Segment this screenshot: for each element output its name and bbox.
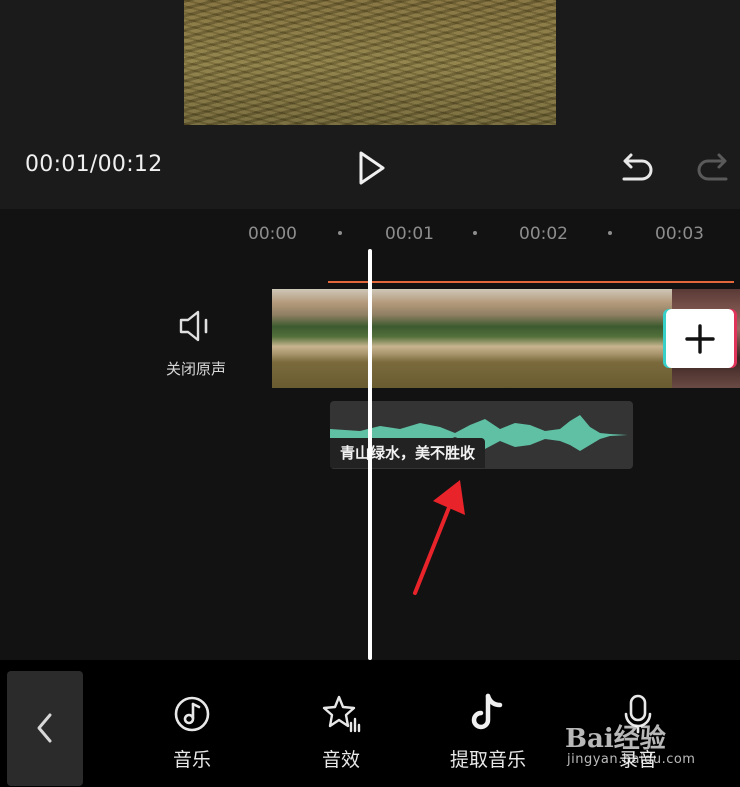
watermark-domain: jingyan.baidu.com: [567, 752, 696, 767]
undo-button[interactable]: [616, 148, 656, 188]
video-thumbnail: [272, 289, 373, 388]
play-icon: [359, 151, 385, 185]
time-display: 00:01/00:12: [25, 152, 163, 177]
audio-clip-label: 青山绿水，美不胜收: [330, 438, 486, 468]
playhead[interactable]: [368, 249, 372, 660]
ruler-tick-label: 00:00: [248, 224, 297, 244]
ruler-dot: [473, 231, 477, 235]
music-note-icon: [174, 696, 210, 732]
mute-original-sound-button[interactable]: 关闭原声: [150, 305, 242, 385]
chevron-left-icon: [37, 713, 52, 743]
speaker-icon: [179, 310, 208, 342]
ruler-tick-label: 00:03: [655, 224, 704, 244]
video-preview[interactable]: [184, 0, 556, 125]
ruler-tick-label: 00:02: [519, 224, 568, 244]
video-thumbnail: [372, 289, 473, 388]
undo-icon: [622, 153, 653, 181]
plus-icon: [685, 324, 715, 354]
audio-clip[interactable]: 青山绿水，美不胜收: [330, 401, 633, 469]
extract-music-tiktok-icon: [471, 693, 503, 730]
extract-music-button[interactable]: 提取音乐: [428, 692, 548, 772]
redo-icon: [697, 153, 728, 181]
ruler-tick-label: 00:01: [385, 224, 434, 244]
ruler-dot: [338, 231, 342, 235]
play-button[interactable]: [352, 148, 392, 188]
music-label: 音乐: [172, 749, 211, 771]
sound-effect-label: 音效: [321, 749, 360, 771]
track-range-indicator: [328, 281, 734, 283]
redo-button[interactable]: [694, 148, 734, 188]
back-button[interactable]: [7, 671, 83, 786]
sound-effect-star-icon: [322, 695, 361, 733]
video-thumbnail: [472, 289, 573, 388]
music-button[interactable]: 音乐: [132, 692, 252, 772]
mute-label: 关闭原声: [165, 360, 226, 378]
add-clip-button[interactable]: [666, 309, 734, 368]
video-thumbnail: [572, 289, 673, 388]
ruler-dot: [608, 231, 612, 235]
watermark-brand: Bai经验: [565, 724, 666, 754]
watermark: Bai经验 jingyan.baidu.com: [565, 718, 735, 778]
sound-effect-button[interactable]: 音效: [281, 692, 401, 772]
annotation-arrow: [413, 480, 465, 595]
extract-music-label: 提取音乐: [449, 749, 526, 771]
